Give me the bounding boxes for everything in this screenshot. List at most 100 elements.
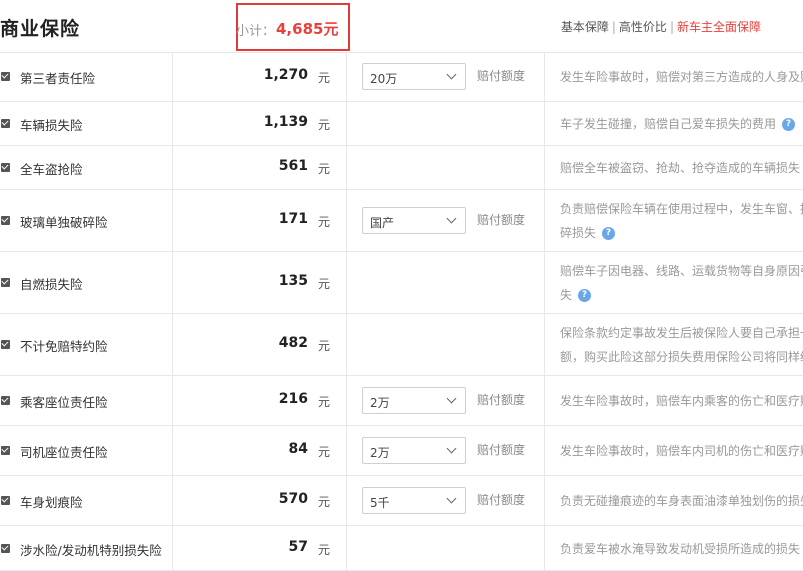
insurance-name: 自燃损失险 [20,277,83,292]
description-line: 发生车险事故时，赔偿车内乘客的伤亡和医疗赔 [560,389,803,413]
coverage-amount-label: 赔付额度 [477,393,526,407]
chevron-down-icon [446,443,457,454]
price-value: 84 [288,441,308,457]
description-text: 赔偿车子因电器、线路、运载货物等自身原因引 [560,264,803,278]
price-value: 216 [278,391,308,407]
help-icon[interactable]: ? [578,289,592,302]
description-text: 保险条款约定事故发生后被保险人要自己承担一 [560,326,803,340]
coverage-select[interactable]: 5千 [362,487,466,514]
description-text: 发生车险事故时，赔偿对第三方造成的人身及财 [560,70,803,84]
page-title: 商业保险 [0,18,81,40]
price-value: 570 [278,491,308,507]
insurance-name: 车辆损失险 [20,118,83,133]
header: 商业保险 小计： 4,685元 基本保障 | 高性价比 | 新车主全面保障 [0,0,803,53]
description: 发生车险事故时，赔偿车内司机的伤亡和医疗赔 [560,439,803,463]
coverage-select[interactable]: 20万 [362,63,466,90]
price-unit: 元 [318,162,331,176]
price-unit: 元 [318,445,331,459]
description-line: 额，购买此险这部分损失费用保险公司将同样给 [560,345,803,369]
checkbox[interactable] [1,446,10,455]
description-line: 赔偿全车被盗窃、抢劫、抢夺造成的车辆损失 [560,156,803,180]
chevron-down-icon [446,69,457,80]
description-line: 负责爱车被水淹导致发动机受损所造成的损失 [560,537,803,561]
description-line: 负责无碰撞痕迹的车身表面油漆单独划伤的损失 [560,489,803,513]
description-text: 车子发生碰撞，赔偿自己爱车损失的费用 [560,117,777,131]
coverage-select[interactable]: 国产 [362,207,466,234]
description: 负责无碰撞痕迹的车身表面油漆单独划伤的损失 [560,489,803,513]
plan-tabs: 基本保障 | 高性价比 | 新车主全面保障 [560,20,761,34]
chevron-down-icon [446,493,457,504]
checkbox[interactable] [1,119,10,128]
price-value: 171 [278,211,308,227]
subtotal-label: 小计： [236,24,276,39]
description-text: 发生车险事故时，赔偿车内乘客的伤亡和医疗赔 [560,394,803,408]
description-text: 失 [560,288,573,302]
coverage-select-value: 2万 [370,396,390,410]
checkbox[interactable] [1,340,10,349]
description: 负责赔偿保险车辆在使用过程中，发生车窗、挡 碎损失? [560,197,803,245]
description-text: 赔偿全车被盗窃、抢劫、抢夺造成的车辆损失 [560,161,801,175]
price-value: 561 [278,158,308,174]
description-text: 负责无碰撞痕迹的车身表面油漆单独划伤的损失 [560,494,803,508]
tab-basic[interactable]: 基本保障 [561,20,609,34]
price-value: 135 [278,273,308,289]
coverage-select-value: 20万 [370,72,398,86]
price-unit: 元 [318,495,331,509]
description-line: 保险条款约定事故发生后被保险人要自己承担一 [560,321,803,345]
description: 车子发生碰撞，赔偿自己爱车损失的费用? [560,112,803,136]
price-unit: 元 [318,277,331,291]
tab-value[interactable]: 高性价比 [619,20,667,34]
price-value: 1,139 [263,114,308,130]
description-line: 负责赔偿保险车辆在使用过程中，发生车窗、挡 [560,197,803,221]
description-line: 赔偿车子因电器、线路、运载货物等自身原因引 [560,259,803,283]
description-text: 发生车险事故时，赔偿车内司机的伤亡和医疗赔 [560,444,803,458]
description: 赔偿全车被盗窃、抢劫、抢夺造成的车辆损失 [560,156,803,180]
insurance-name: 不计免赔特约险 [20,339,108,354]
coverage-select[interactable]: 2万 [362,437,466,464]
subtotal-box: 小计： 4,685元 [236,3,350,51]
insurance-name: 涉水险/发动机特别损失险 [20,542,162,558]
insurance-name: 玻璃单独破碎险 [20,215,108,230]
coverage-select-value: 国产 [370,216,395,230]
description: 负责爱车被水淹导致发动机受损所造成的损失 [560,537,803,561]
price-value: 1,270 [263,67,308,83]
price-unit: 元 [318,542,331,557]
help-icon[interactable]: ? [602,227,616,240]
price-value: 57 [288,538,308,555]
price-value: 482 [278,335,308,351]
checkbox[interactable] [1,496,10,505]
description-line: 发生车险事故时，赔偿对第三方造成的人身及财 [560,65,803,89]
description-line: 碎损失? [560,221,803,245]
help-icon[interactable]: ? [782,118,796,131]
checkbox[interactable] [1,72,10,81]
description-text: 负责赔偿保险车辆在使用过程中，发生车窗、挡 [560,202,803,216]
tab-new-owner[interactable]: 新车主全面保障 [677,20,761,34]
price-unit: 元 [318,71,331,85]
subtotal-value: 4,685元 [276,20,339,38]
checkbox[interactable] [1,278,10,287]
description: 发生车险事故时，赔偿对第三方造成的人身及财 [560,65,803,89]
checkbox[interactable] [1,216,10,225]
description: 保险条款约定事故发生后被保险人要自己承担一额，购买此险这部分损失费用保险公司将同… [560,321,803,369]
description: 赔偿车子因电器、线路、运载货物等自身原因引失? [560,259,803,307]
description-text: 碎损失 [560,226,597,240]
insurance-name: 司机座位责任险 [20,445,108,460]
chevron-down-icon [446,213,457,224]
description-line: 发生车险事故时，赔偿车内司机的伤亡和医疗赔 [560,439,803,463]
coverage-select[interactable]: 2万 [362,387,466,414]
insurance-name: 第三者责任险 [20,71,96,86]
coverage-amount-label: 赔付额度 [477,69,526,83]
description: 发生车险事故时，赔偿车内乘客的伤亡和医疗赔 [560,389,803,413]
price-unit: 元 [318,118,331,132]
description-line: 车子发生碰撞，赔偿自己爱车损失的费用? [560,112,803,136]
checkbox[interactable] [1,543,10,553]
checkbox[interactable] [1,163,10,172]
coverage-amount-label: 赔付额度 [477,493,526,507]
checkbox[interactable] [1,396,10,405]
price-unit: 元 [318,339,331,353]
coverage-select-value: 5千 [370,496,390,510]
insurance-name: 全车盗抢险 [20,162,83,177]
price-unit: 元 [318,395,331,409]
insurance-name: 乘客座位责任险 [20,395,108,410]
insurance-name: 车身划痕险 [20,495,83,510]
